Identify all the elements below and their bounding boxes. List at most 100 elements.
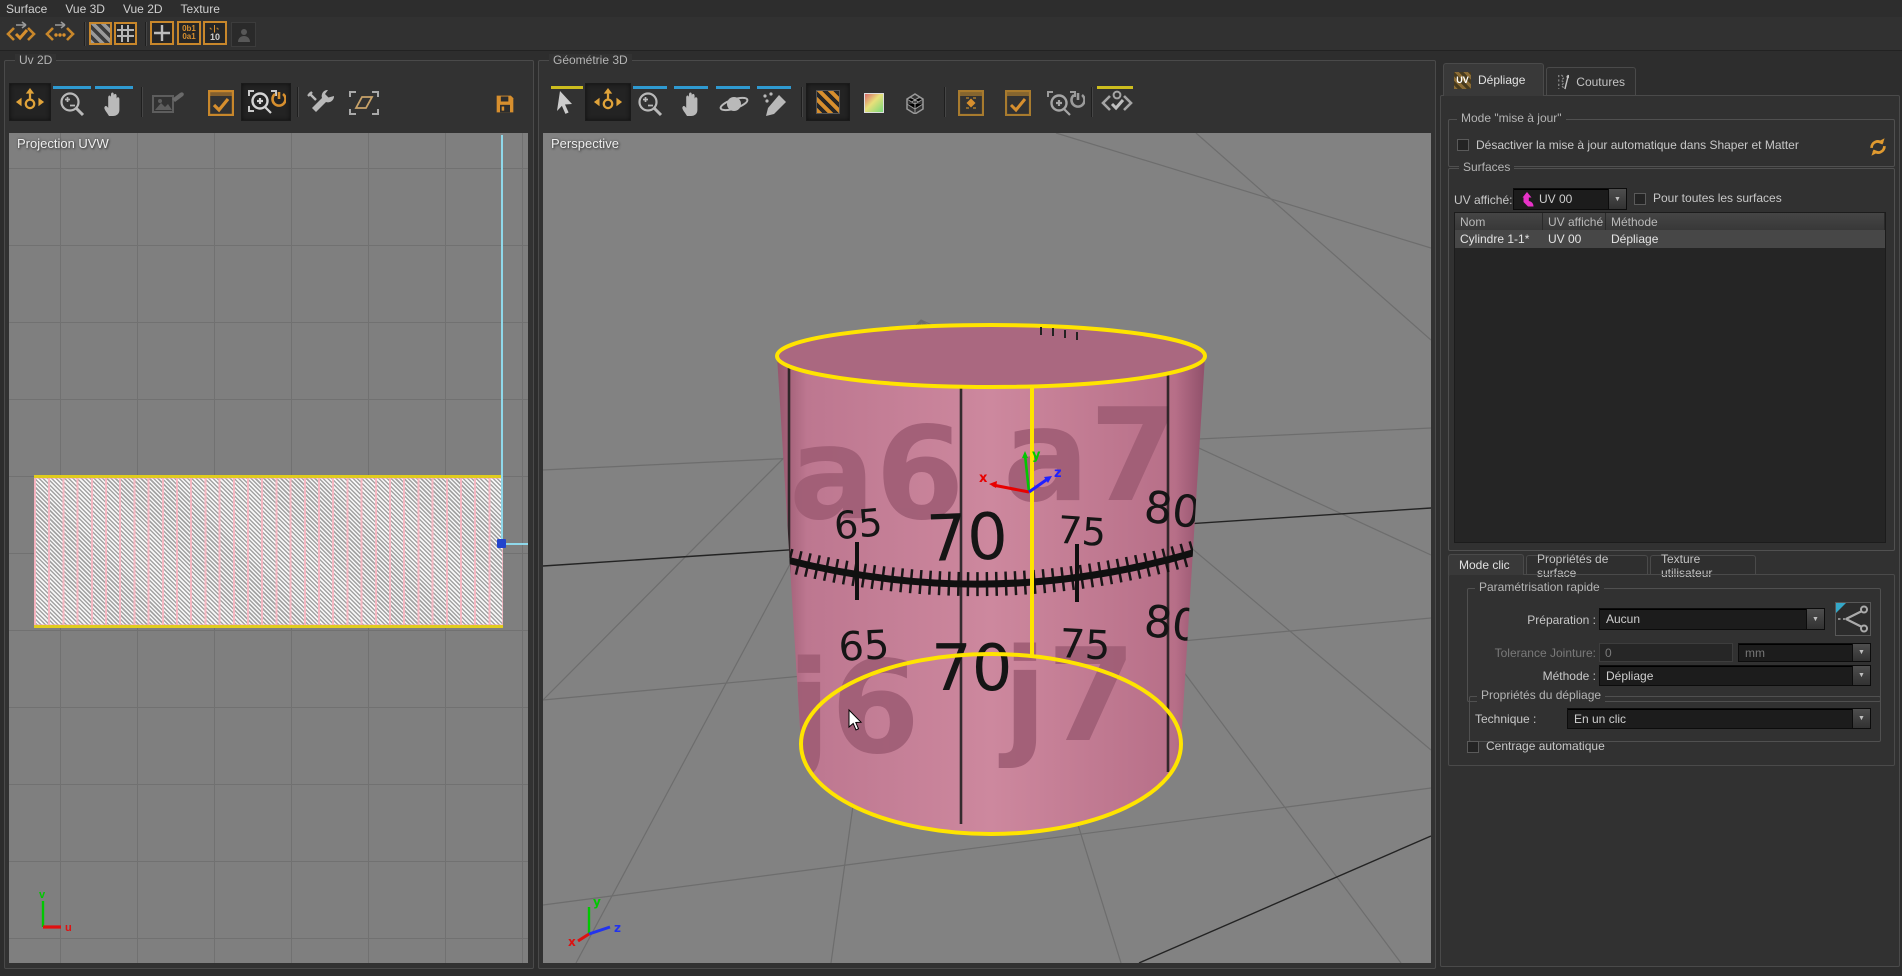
- tab-mode-clic[interactable]: Mode clic: [1448, 554, 1524, 575]
- g3d-zoom-tool-button[interactable]: [635, 91, 665, 117]
- perspective-viewport[interactable]: Perspective: [543, 133, 1431, 963]
- uv-snap-toggle-button[interactable]: [241, 83, 291, 121]
- move-icon: [593, 87, 623, 117]
- col-methode[interactable]: Méthode: [1606, 213, 1885, 230]
- uv-tools-button[interactable]: [305, 89, 337, 117]
- window-check-icon: [1005, 90, 1031, 116]
- seam-needle-icon: [1557, 73, 1569, 91]
- menu-vue-3d[interactable]: Vue 3D: [56, 1, 114, 17]
- col-uv-affiche[interactable]: UV affiché: [1543, 213, 1606, 230]
- technique-dropdown[interactable]: En un clic ▼: [1567, 708, 1871, 729]
- wrench-screwdriver-icon: [306, 89, 336, 117]
- tab-texture-utilisateur[interactable]: Texture utilisateur: [1650, 555, 1756, 575]
- g3d-island-window-button[interactable]: [957, 89, 985, 117]
- preparation-value: Aucun: [1606, 612, 1640, 626]
- cut-seams-button[interactable]: [1835, 602, 1871, 636]
- uv-zoom-tool-button[interactable]: [57, 91, 87, 117]
- table-row[interactable]: Cylindre 1-1* UV 00 Dépliage: [1455, 230, 1885, 248]
- dropdown-arrow-icon: ▼: [1852, 666, 1870, 685]
- gradient-icon: [864, 93, 884, 113]
- g3d-paint-select-button[interactable]: [759, 91, 791, 117]
- g3d-select-tool-button[interactable]: [553, 89, 579, 117]
- right-pane: Mode "mise à jour" Désactiver la mise à …: [1440, 95, 1900, 967]
- dropdown-arrow-icon: ▼: [1608, 189, 1626, 209]
- centrage-checkbox[interactable]: [1467, 741, 1479, 753]
- scene-3d[interactable]: a6 a7 j6 j7: [543, 133, 1431, 963]
- svg-text:70: 70: [931, 632, 1012, 706]
- ruler-display-button[interactable]: ˞|˞ 10: [203, 21, 227, 45]
- uv-move-tool-button[interactable]: [9, 83, 51, 121]
- apply-export-button[interactable]: [4, 21, 38, 47]
- uv-save-button[interactable]: [494, 93, 516, 115]
- uv-texture-paint-button[interactable]: [151, 89, 187, 117]
- g3d-gradient-display-button[interactable]: [862, 91, 886, 115]
- diamond-dots-arrow-icon: [43, 21, 77, 47]
- magnifier-power-icon: [1045, 89, 1085, 117]
- g3d-validate-window-button[interactable]: [1004, 89, 1032, 117]
- col-nom[interactable]: Nom: [1455, 213, 1543, 230]
- svg-text:x: x: [568, 935, 576, 949]
- g3d-wireframe-display-button[interactable]: [902, 91, 928, 115]
- checker-display-button[interactable]: [89, 22, 112, 45]
- uv-selected-vertex[interactable]: [497, 539, 506, 548]
- uv-viewport[interactable]: Projection UVW v u: [9, 133, 528, 963]
- g3d-pan-tool-button[interactable]: [677, 91, 707, 117]
- move-icon: [15, 87, 45, 117]
- uv-marquee-select-button[interactable]: [345, 89, 383, 117]
- disable-auto-update-label: Désactiver la mise à jour automatique da…: [1476, 138, 1799, 152]
- save-floppy-icon: [495, 94, 515, 114]
- uv-pan-tool-button[interactable]: [99, 91, 129, 117]
- svg-text:v: v: [39, 889, 46, 901]
- zoom-plus-minus-icon: [58, 91, 86, 117]
- avatar-display-button[interactable]: [231, 22, 256, 47]
- marquee-select-icon: [346, 89, 382, 117]
- tolerance-value: 0: [1605, 646, 1612, 660]
- tolerance-unit-dropdown[interactable]: mm ▼: [1738, 643, 1871, 662]
- uv-affiche-dropdown[interactable]: UV 00 ▼: [1513, 188, 1627, 210]
- refresh-button[interactable]: [1867, 136, 1889, 158]
- uv-validate-display-button[interactable]: [207, 89, 235, 117]
- menu-texture[interactable]: Texture: [172, 1, 229, 17]
- menu-vue-2d[interactable]: Vue 2D: [114, 1, 172, 17]
- dropdown-arrow-icon: ▼: [1852, 644, 1870, 661]
- uv-island-mesh[interactable]: [34, 475, 503, 628]
- hand-icon: [680, 91, 704, 117]
- disable-auto-update-checkbox[interactable]: [1457, 139, 1469, 151]
- geo3d-panel: Géométrie 3D: [538, 60, 1436, 969]
- tab-coutures[interactable]: Coutures: [1546, 67, 1636, 96]
- tab-depliage[interactable]: UV Dépliage: [1443, 63, 1544, 96]
- svg-text:z: z: [1054, 466, 1062, 481]
- all-surfaces-checkbox[interactable]: [1634, 193, 1646, 205]
- uv2d-panel: Uv 2D: [4, 60, 534, 969]
- grid-labels-button[interactable]: 0b1 0a1: [177, 21, 201, 45]
- svg-text:65: 65: [837, 622, 890, 671]
- surfaces-table[interactable]: Nom UV affiché Méthode Cylindre 1-1* UV …: [1454, 212, 1886, 543]
- g3d-snap-toggle-button[interactable]: [1044, 89, 1086, 117]
- tab-proprietes-surface[interactable]: Propriétés de surface: [1526, 555, 1648, 575]
- menu-surface[interactable]: Surface: [0, 1, 56, 17]
- svg-text:y: y: [593, 895, 601, 909]
- magnifier-power-icon: [246, 88, 286, 116]
- window-diamond-icon: [958, 90, 984, 116]
- grid-icon: [117, 25, 134, 42]
- application-window: Surface Vue 3D Vue 2D Texture: [0, 0, 1902, 976]
- g3d-move-tool-button[interactable]: [585, 83, 631, 121]
- preparation-dropdown[interactable]: Aucun ▼: [1599, 608, 1825, 630]
- export-options-button[interactable]: [42, 21, 78, 47]
- hand-icon: [102, 91, 126, 117]
- axes-cross-button[interactable]: [150, 21, 174, 45]
- tolerance-input[interactable]: 0: [1599, 643, 1733, 662]
- methode-dropdown[interactable]: Dépliage ▼: [1599, 665, 1871, 686]
- grid-display-button[interactable]: [114, 22, 137, 45]
- refresh-icon: [1867, 136, 1889, 158]
- svg-text:y: y: [1032, 448, 1041, 463]
- svg-text:75: 75: [1056, 508, 1107, 555]
- tolerance-label: Tolerance Jointure:: [1481, 646, 1596, 660]
- g3d-orbit-tool-button[interactable]: [718, 91, 750, 117]
- menu-bar: Surface Vue 3D Vue 2D Texture: [0, 0, 1902, 17]
- uv-affiche-label: UV affiché:: [1454, 193, 1512, 207]
- cell-nom: Cylindre 1-1*: [1455, 232, 1543, 246]
- g3d-unfold-button[interactable]: [1097, 89, 1137, 117]
- g3d-checker-display-button[interactable]: [806, 83, 850, 121]
- cylinder-top-rim[interactable]: [777, 325, 1205, 387]
